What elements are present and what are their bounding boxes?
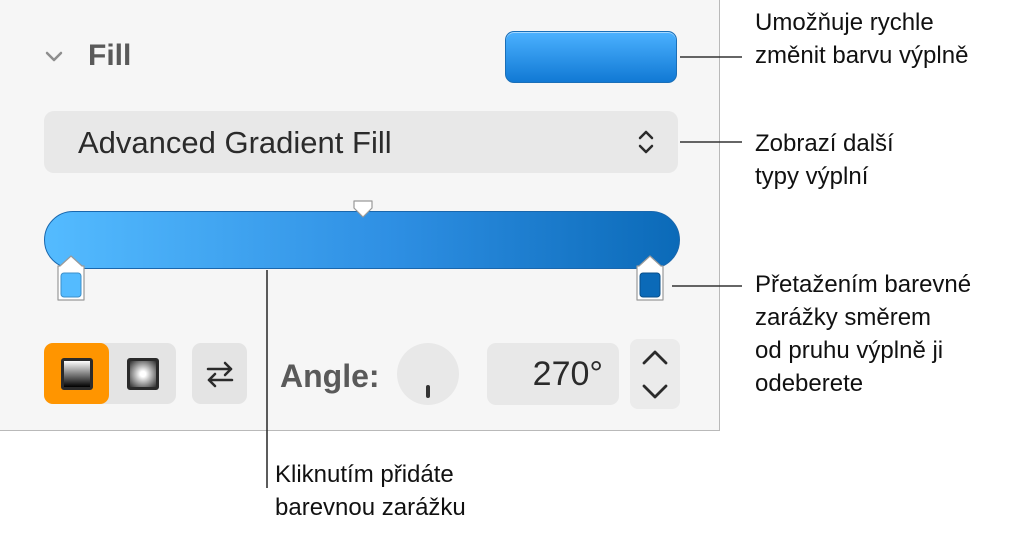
callout-swatch: Umožňuje rychle změnit barvu výplně [755, 9, 969, 69]
callout-fill-type: Zobrazí další typy výplní [755, 130, 894, 190]
callout-add-stop: Kliknutím přidáte barevnou zarážku [275, 461, 466, 521]
callout-color-stop: Přetažením barevné zarážky směrem od pru… [755, 271, 972, 397]
